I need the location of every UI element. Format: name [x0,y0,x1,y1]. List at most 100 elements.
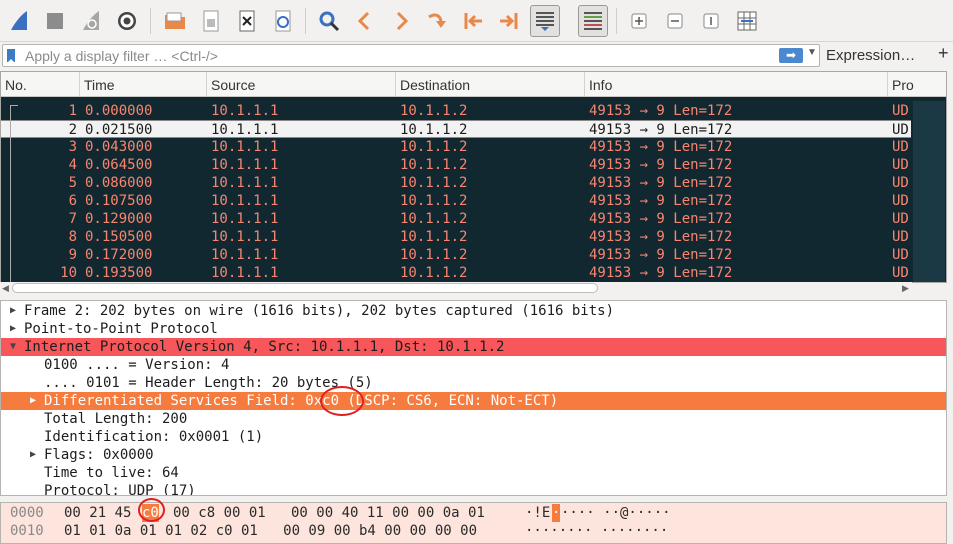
column-destination[interactable]: Destination [396,72,585,97]
collapsed-arrow-icon[interactable]: ▶ [10,302,16,320]
save-file-button[interactable] [196,5,226,37]
hscroll-thumb[interactable] [12,283,598,293]
detail-line[interactable]: Identification: 0x0001 (1) [1,428,946,446]
packet-protocol: UD [892,211,909,227]
collapsed-arrow-icon[interactable]: ▶ [30,392,36,410]
add-filter-button[interactable]: + [938,43,949,64]
packet-info: 49153 → 9 Len=172 [589,175,733,191]
detail-line[interactable]: Time to live: 64 [1,464,946,482]
detail-line[interactable]: ▶ Differentiated Services Field: 0xc0 (DS… [1,392,946,410]
go-forward-button[interactable] [386,5,416,37]
close-file-icon [239,10,255,32]
filter-history-dropdown-icon[interactable]: ▼ [807,47,817,58]
packet-list-hscroll[interactable]: ◀ ▶ [0,282,912,294]
packet-number: 2 [68,122,77,138]
stop-capture-button[interactable] [40,5,70,37]
normal-size-button[interactable] [696,5,726,37]
toolbar-separator [150,8,151,34]
table-row[interactable]: 4 0.064500 10.1.1.1 10.1.1.2 49153 → 9 Len=1… [1,156,911,174]
detail-line[interactable]: ▶ Point-to-Point Protocol [1,320,946,338]
open-file-button[interactable] [160,5,190,37]
start-capture-button[interactable] [4,5,34,37]
annotation-circle [320,386,364,416]
packet-number: 1 [68,103,77,119]
table-row[interactable]: 7 0.129000 10.1.1.1 10.1.1.2 49153 → 9 Len=1… [1,210,911,228]
table-row[interactable]: 3 0.043000 10.1.1.1 10.1.1.2 49153 → 9 Len=1… [1,138,911,156]
reload-icon [275,10,291,32]
restart-capture-button[interactable] [76,5,106,37]
detail-line-text: Time to live: 64 [44,465,179,481]
detail-line[interactable]: .... 0101 = Header Length: 20 bytes (5) [1,374,946,392]
packet-info: 49153 → 9 Len=172 [589,211,733,227]
detail-line[interactable]: Protocol: UDP (17) [1,482,946,495]
table-row[interactable]: 1 0.000000 10.1.1.1 10.1.1.2 49153 → 9 Len=1… [1,102,911,120]
go-to-packet-button[interactable] [422,5,452,37]
resize-columns-button[interactable] [732,5,762,37]
packet-info: 49153 → 9 Len=172 [589,139,733,155]
packet-protocol: UD [892,265,909,281]
close-file-button[interactable] [232,5,262,37]
detail-line[interactable]: ▶ Flags: 0x0000 [1,446,946,464]
table-row[interactable]: 9 0.172000 10.1.1.1 10.1.1.2 49153 → 9 Len=1… [1,246,911,264]
scroll-left-icon[interactable]: ◀ [2,282,9,294]
go-first-button[interactable] [458,5,488,37]
go-back-icon [357,11,370,31]
packet-destination: 10.1.1.2 [400,139,468,155]
bookmark-icon[interactable] [7,49,15,63]
packet-source: 10.1.1.1 [211,229,279,245]
table-row[interactable]: 5 0.086000 10.1.1.1 10.1.1.2 49153 → 9 Len=1… [1,174,911,192]
column-info[interactable]: Info [585,72,888,97]
scroll-right-icon[interactable]: ▶ [902,282,909,294]
packet-source: 10.1.1.1 [211,265,279,281]
autoscroll-button[interactable] [530,5,560,37]
autoscroll-icon [536,12,554,31]
collapsed-arrow-icon[interactable]: ▶ [30,446,36,464]
packet-time: 0.172000 [85,247,153,263]
packet-protocol: UD [892,247,909,263]
collapsed-arrow-icon[interactable]: ▶ [10,320,16,338]
column-protocol[interactable]: Pro [888,72,946,97]
colorize-button[interactable] [578,5,608,37]
detail-line[interactable]: ▶ Frame 2: 202 bytes on wire (1616 bits),… [1,302,946,320]
hex-bytes: 00 21 45 [64,505,132,521]
go-back-button[interactable] [350,5,380,37]
column-no[interactable]: No. [1,72,80,97]
packet-source: 10.1.1.1 [211,122,279,138]
reload-file-button[interactable] [268,5,298,37]
zoom-out-button[interactable] [660,5,690,37]
packet-time: 0.086000 [85,175,153,191]
table-row[interactable]: 8 0.150500 10.1.1.1 10.1.1.2 49153 → 9 Len=1… [1,228,911,246]
table-row[interactable]: 10 0.193500 10.1.1.1 10.1.1.2 49153 → 9 Len=… [1,264,911,282]
packet-destination: 10.1.1.2 [400,175,468,191]
packet-source: 10.1.1.1 [211,157,279,173]
zoom-in-button[interactable] [624,5,654,37]
packet-source: 10.1.1.1 [211,103,279,119]
find-magnifier-icon [319,11,340,32]
packet-number: 10 [60,265,77,281]
table-row[interactable]: 2 0.021500 10.1.1.1 10.1.1.2 49153 → 9 Len=1… [1,120,911,138]
vscroll-thumb[interactable] [913,101,945,282]
packet-time: 0.064500 [85,157,153,173]
packet-info: 49153 → 9 Len=172 [589,157,733,173]
packet-info: 49153 → 9 Len=172 [589,229,733,245]
apply-filter-arrow-icon[interactable]: ➡ [779,48,803,63]
ascii-bytes: ·!E [525,505,551,521]
find-packet-button[interactable] [314,5,344,37]
expression-button[interactable]: Expression… [826,47,915,64]
zoom-in-icon [631,13,647,29]
column-time[interactable]: Time [80,72,207,97]
capture-options-button[interactable] [112,5,142,37]
display-filter-box: ➡ ▼ [2,44,820,67]
column-source[interactable]: Source [207,72,396,97]
detail-line[interactable]: ▼ Internet Protocol Version 4, Src: 10.1.… [1,338,946,356]
detail-line[interactable]: Total Length: 200 [1,410,946,428]
detail-line[interactable]: 0100 .... = Version: 4 [1,356,946,374]
detail-line-text: .... 0101 = Header Length: 20 bytes (5) [44,375,373,391]
table-row[interactable]: 6 0.107500 10.1.1.1 10.1.1.2 49153 → 9 Len=1… [1,192,911,210]
expanded-arrow-icon[interactable]: ▼ [10,338,16,356]
open-folder-icon [165,12,185,29]
go-last-button[interactable] [494,5,524,37]
hex-row[interactable]: 0010 01 01 0a 01 01 02 c0 01 00 09 00 b4 … [1,522,946,540]
display-filter-input[interactable] [23,45,773,66]
packet-list-vscroll[interactable] [911,97,946,282]
